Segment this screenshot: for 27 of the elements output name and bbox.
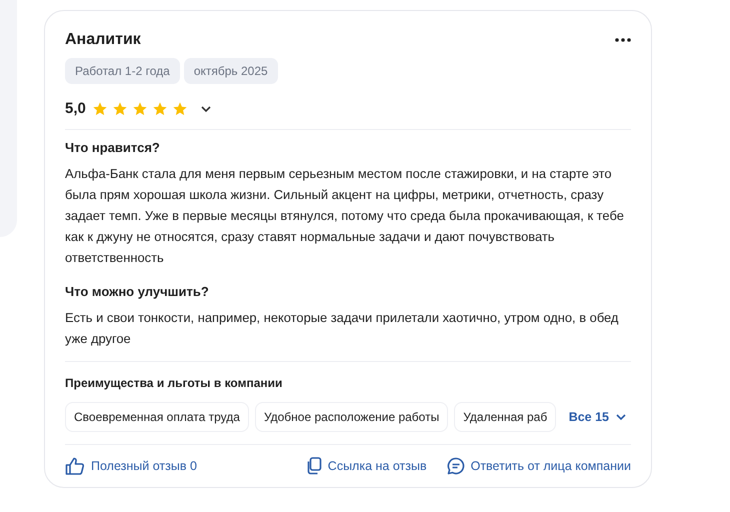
tag: октябрь 2025 bbox=[184, 58, 278, 84]
copy-icon bbox=[306, 457, 322, 475]
thumbs-up-icon bbox=[65, 457, 85, 475]
action-link[interactable]: Полезный отзыв 0 bbox=[65, 457, 197, 475]
chevron-down-icon bbox=[615, 413, 627, 421]
star-icon bbox=[112, 100, 128, 116]
chat-icon bbox=[446, 457, 465, 475]
benefit-chip: Удаленная раб bbox=[454, 402, 556, 432]
review-title: Аналитик bbox=[65, 31, 141, 49]
star-icon bbox=[172, 100, 188, 116]
section-heading: Что нравится? bbox=[65, 140, 161, 155]
benefits-heading: Преимущества и льготы в компании bbox=[65, 376, 284, 390]
action-link[interactable]: Ссылка на отзыв bbox=[306, 457, 427, 475]
action-link[interactable]: Ответить от лица компании bbox=[446, 457, 631, 475]
more-icon[interactable] bbox=[615, 38, 631, 42]
rating-score: 5,0 bbox=[65, 100, 86, 117]
chevron-down-icon[interactable] bbox=[200, 104, 212, 112]
review-text: Альфа-Банк стала для меня первым серьезным местом после стажировки, и на старте это была прям хорошая школа жизни. Сильный акцент на цифры, метрики, отчетность, сразу задает темп. Уже в первые месяцы втянулся, потому что среда была прокачивающая, к тебе как к джуну не относятся, сразу ставят нормальные задачи и дают почувствовать ответственность bbox=[65, 165, 625, 267]
review-text: Есть и свои тонкости, например, некоторые задачи прилетали хаотично, утром одно, в обед уже другое bbox=[65, 309, 620, 348]
benefit-chip: Своевременная оплата труда bbox=[65, 402, 249, 432]
tag: Работал 1-2 года bbox=[65, 58, 180, 84]
star-icon bbox=[152, 100, 168, 116]
star-icon bbox=[132, 100, 148, 116]
benefit-chip: Удобное расположение работы bbox=[254, 402, 448, 432]
section-heading: Что можно улучшить? bbox=[65, 284, 210, 299]
star-icon bbox=[92, 100, 108, 116]
show-all-button[interactable]: Все 15 bbox=[568, 410, 631, 424]
